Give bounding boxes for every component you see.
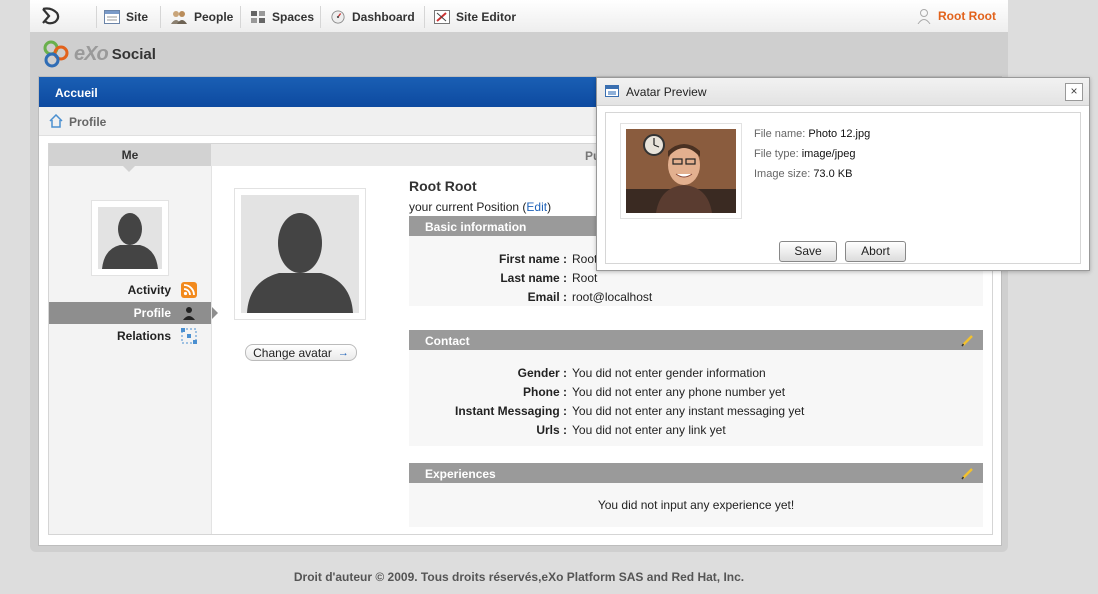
relations-icon — [181, 328, 197, 344]
exo-logo-icon[interactable] — [40, 6, 62, 26]
me-sidebar: Me Activity Profile Relations — [49, 144, 218, 534]
arrow-right-icon: → — [337, 346, 349, 359]
site-editor-icon — [434, 10, 450, 24]
profile-position: your current Position (Edit) — [409, 200, 552, 214]
sidebar-item-label: Relations — [116, 329, 171, 343]
pencil-icon[interactable] — [961, 333, 975, 347]
site-menu[interactable]: Site — [104, 8, 148, 26]
toolbar-separator — [424, 6, 425, 28]
me-header: Me — [49, 144, 211, 172]
dialog-titlebar[interactable]: Avatar Preview × — [597, 78, 1089, 106]
spaces-menu-label: Spaces — [272, 10, 315, 24]
field-phone: Phone : You did not enter any phone numbe… — [523, 385, 786, 399]
experiences-title: Experiences — [425, 467, 496, 481]
toolbar-separator — [240, 6, 241, 28]
toolbar-separator — [96, 6, 97, 28]
site-icon — [104, 10, 120, 24]
dashboard-menu[interactable]: Dashboard — [330, 8, 415, 26]
sidebar-item-profile[interactable]: Profile — [49, 302, 218, 324]
avatar-preview-dialog: Avatar Preview × File name: Photo 12.jpg… — [596, 77, 1090, 271]
site-editor-menu-label: Site Editor — [456, 10, 517, 24]
save-button[interactable]: Save — [779, 241, 837, 262]
field-last-name: Last name : Root — [500, 271, 598, 285]
footer-copyright: Droit d'auteur © 2009. Tous droits réser… — [293, 570, 745, 584]
brand-exo: eXo — [74, 42, 109, 65]
people-menu-label: People — [194, 10, 234, 24]
field-gender: Gender : You did not enter gender informa… — [517, 366, 766, 380]
experiences-header: Experiences — [409, 463, 983, 489]
contact-header: Contact — [409, 330, 983, 356]
dashboard-menu-label: Dashboard — [352, 10, 415, 24]
field-instant-messaging: Instant Messaging : You did not enter any… — [454, 404, 805, 418]
avatar-placeholder-icon — [98, 207, 162, 269]
profile-name: Root Root — [409, 178, 477, 194]
exo-social-logo-icon — [43, 40, 69, 68]
profile-avatar — [234, 188, 366, 320]
user-name: Root Root — [938, 9, 996, 23]
contact-body: Gender : You did not enter gender informa… — [409, 350, 983, 446]
field-urls: Urls : You did not enter any link yet — [536, 423, 726, 437]
close-button[interactable]: × — [1065, 83, 1083, 101]
abort-button[interactable]: Abort — [845, 241, 906, 262]
contact-title: Contact — [425, 334, 470, 348]
spaces-menu[interactable]: Spaces — [250, 8, 314, 26]
site-editor-menu[interactable]: Site Editor — [434, 8, 516, 26]
dialog-title: Avatar Preview — [626, 85, 707, 99]
sidebar-item-label: Activity — [127, 283, 171, 297]
avatar-preview-image — [620, 123, 742, 219]
top-toolbar: Site People Spaces Dashboard Site Editor… — [30, 0, 1008, 33]
toolbar-separator — [320, 6, 321, 28]
dialog-body: File name: Photo 12.jpg File type: image… — [605, 112, 1081, 264]
sidebar-item-label: Profile — [133, 306, 171, 320]
small-avatar — [91, 200, 169, 276]
breadcrumb-profile[interactable]: Profile — [69, 115, 106, 129]
change-avatar-button[interactable]: Change avatar → — [245, 344, 357, 361]
user-icon — [917, 9, 931, 24]
site-menu-label: Site — [126, 10, 149, 24]
change-avatar-label: Change avatar — [253, 345, 332, 360]
file-name-row: File name: Photo 12.jpg — [754, 128, 871, 140]
sidebar-item-relations[interactable]: Relations — [49, 325, 211, 347]
basic-info-title: Basic information — [425, 220, 527, 234]
edit-position-link[interactable]: Edit — [526, 200, 547, 214]
experiences-empty: You did not input any experience yet! — [597, 498, 795, 512]
profile-icon — [183, 307, 195, 320]
people-icon — [171, 11, 187, 24]
sidebar-item-activity[interactable]: Activity — [49, 279, 211, 301]
section-title[interactable]: Accueil — [55, 86, 98, 100]
dashboard-icon — [331, 10, 345, 24]
rss-icon — [181, 282, 197, 298]
file-type-row: File type: image/jpeg — [754, 148, 856, 160]
avatar-placeholder-icon — [247, 213, 353, 313]
spaces-icon — [251, 11, 265, 23]
experiences-body: You did not input any experience yet! — [409, 483, 983, 527]
home-icon[interactable] — [49, 114, 63, 128]
exo-social-logo: eXo Social — [42, 38, 156, 70]
brand-social: Social — [111, 45, 156, 63]
toolbar-separator — [160, 6, 161, 28]
photo-thumbnail — [626, 129, 736, 213]
people-menu[interactable]: People — [170, 8, 233, 26]
window-icon — [605, 85, 619, 97]
pencil-icon[interactable] — [961, 466, 975, 480]
user-menu[interactable]: Root Root — [916, 8, 996, 24]
image-size-row: Image size: 73.0 KB — [754, 168, 853, 180]
field-email: Email : root@localhost — [527, 290, 653, 304]
